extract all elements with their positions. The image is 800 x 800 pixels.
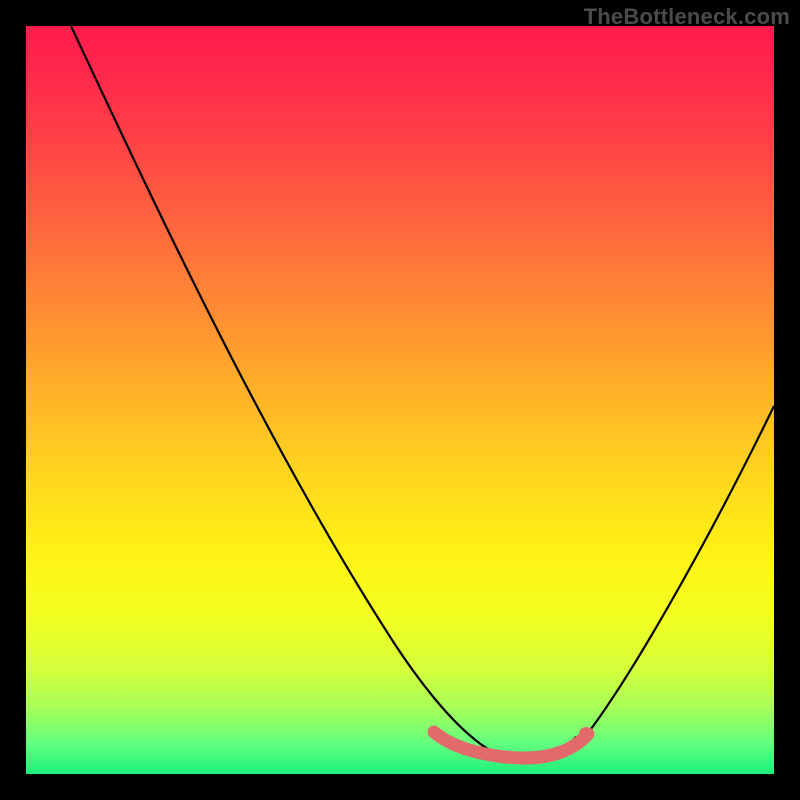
pink-end-dot — [579, 727, 593, 741]
watermark-text: TheBottleneck.com — [584, 4, 790, 30]
chart-frame: TheBottleneck.com — [0, 0, 800, 800]
plot-area — [26, 26, 774, 774]
curve-layer — [26, 26, 774, 774]
right-curve — [581, 406, 774, 742]
left-curve — [71, 26, 491, 751]
bottom-pink-curve — [434, 732, 588, 758]
